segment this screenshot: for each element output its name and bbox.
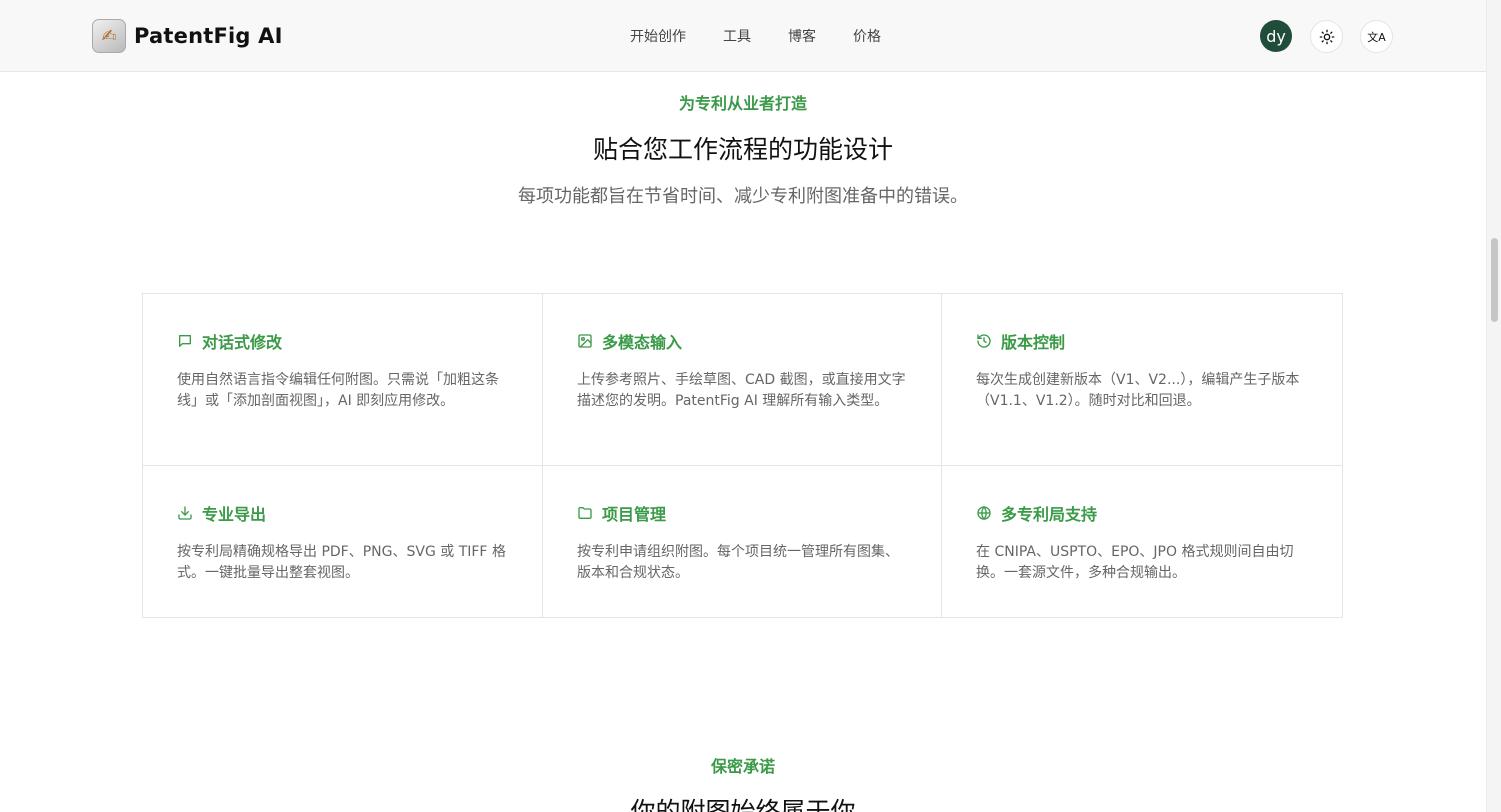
feature-desc: 每次生成创建新版本（V1、V2...），编辑产生子版本（V1.1、V1.2）。随… <box>976 372 1300 409</box>
feature-desc: 在 CNIPA、USPTO、EPO、JPO 格式规则间自由切换。一套源文件，多种… <box>976 544 1294 581</box>
feature-card-version-control: 版本控制 每次生成创建新版本（V1、V2...），编辑产生子版本（V1.1、V1… <box>942 294 1342 466</box>
features-grid: 对话式修改 使用自然语言指令编辑任何附图。只需说「加粗这条线」或「添加剖面视图」… <box>142 293 1343 618</box>
theme-toggle-button[interactable] <box>1310 20 1343 53</box>
features-subtitle: 每项功能都旨在节省时间、减少专利附图准备中的错误。 <box>518 186 968 207</box>
feature-desc: 使用自然语言指令编辑任何附图。只需说「加粗这条线」或「添加剖面视图」，AI 即刻… <box>177 372 499 409</box>
features-eyebrow: 为专利从业者打造 <box>678 94 807 113</box>
features-title: 贴合您工作流程的功能设计 <box>592 135 893 164</box>
feature-title: 项目管理 <box>602 505 667 524</box>
language-switch-button[interactable]: 文A <box>1360 20 1393 53</box>
feature-card-multimodal-input: 多模态输入 上传参考照片、手绘草图、CAD 截图，或直接用文字描述您的发明。Pa… <box>543 294 942 466</box>
feature-card-conversational-edit: 对话式修改 使用自然语言指令编辑任何附图。只需说「加粗这条线」或「添加剖面视图」… <box>143 294 543 466</box>
feature-card-project-management: 项目管理 按专利申请组织附图。每个项目统一管理所有图集、版本和合规状态。 <box>543 466 942 617</box>
nav-item-pricing[interactable]: 价格 <box>853 26 881 46</box>
translate-icon: 文A <box>1367 30 1386 44</box>
feature-card-multi-office-support: 多专利局支持 在 CNIPA、USPTO、EPO、JPO 格式规则间自由切换。一… <box>942 466 1342 617</box>
feature-title: 专业导出 <box>202 505 267 524</box>
feature-title: 对话式修改 <box>202 333 283 352</box>
globe-icon <box>977 505 991 521</box>
feature-desc: 按专利局精确规格导出 PDF、PNG、SVG 或 TIFF 格式。一键批量导出整… <box>177 544 506 581</box>
feature-desc: 上传参考照片、手绘草图、CAD 截图，或直接用文字描述您的发明。PatentFi… <box>577 372 906 409</box>
feature-card-professional-export: 专业导出 按专利局精确规格导出 PDF、PNG、SVG 或 TIFF 格式。一键… <box>143 466 543 617</box>
nav-item-blog[interactable]: 博客 <box>788 26 816 46</box>
history-icon <box>977 334 991 348</box>
top-header: ✍ PatentFig AI 开始创作 工具 博客 价格 dy 文A <box>0 0 1486 72</box>
privacy-title: 你的附图始终属于你 <box>630 797 856 812</box>
privacy-eyebrow: 保密承诺 <box>710 757 775 776</box>
download-icon <box>178 506 192 520</box>
image-icon <box>578 334 592 348</box>
feature-desc: 按专利申请组织附图。每个项目统一管理所有图集、版本和合规状态。 <box>577 544 899 581</box>
app-name: PatentFig AI <box>134 24 283 48</box>
main-nav: 开始创作 工具 博客 价格 <box>630 26 881 46</box>
nav-item-start-creating[interactable]: 开始创作 <box>630 26 686 46</box>
chat-bubble-icon <box>179 335 191 347</box>
brand-logo-link[interactable]: ✍ PatentFig AI <box>92 19 283 53</box>
feature-title: 多专利局支持 <box>1001 505 1098 524</box>
scrollbar-thumb[interactable] <box>1491 238 1498 322</box>
sun-icon <box>1319 29 1334 44</box>
feature-title: 多模态输入 <box>602 333 683 352</box>
feature-title: 版本控制 <box>1001 333 1066 352</box>
page-scrollbar[interactable] <box>1486 0 1501 812</box>
app-logo-icon: ✍ <box>92 19 126 53</box>
nav-item-tools[interactable]: 工具 <box>723 26 751 46</box>
folder-icon <box>578 507 592 519</box>
user-avatar[interactable]: dy <box>1260 20 1292 52</box>
